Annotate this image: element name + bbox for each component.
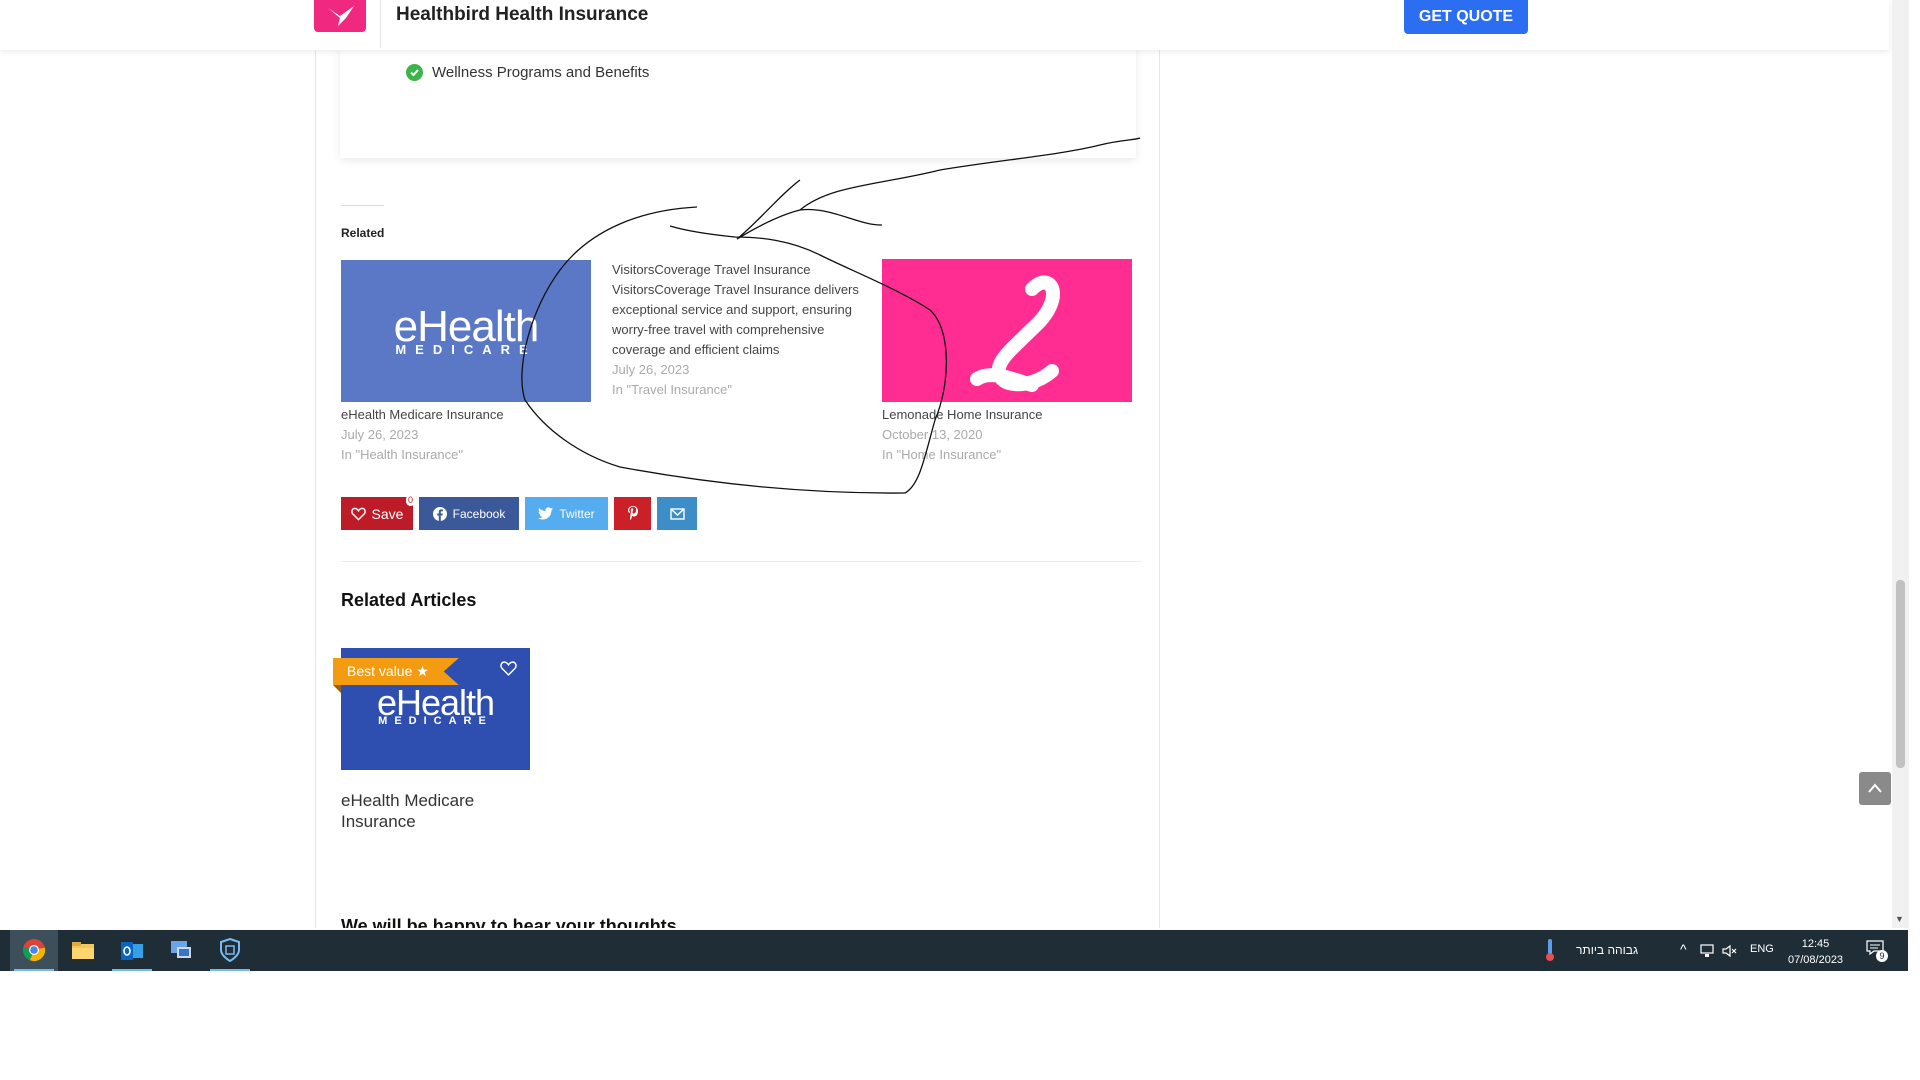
speaker-muted-icon[interactable] [1722,944,1738,958]
save-button[interactable]: Save 0 [341,495,415,530]
related-title[interactable]: eHealth Medicare Insurance [341,405,591,425]
taskbar-chrome[interactable] [10,930,58,971]
empty-region [0,971,1920,1080]
related-category: In "Home Insurance" [882,447,1002,462]
article-card-title[interactable]: eHealth Medicare Insurance [341,790,531,832]
file-explorer-icon [72,942,94,959]
related-heading: Related [341,226,385,240]
chrome-icon [23,939,46,962]
taskbar-outlook[interactable] [108,930,156,971]
related-item: VisitorsCoverage Travel Insurance Visito… [612,260,868,400]
pinterest-share-button[interactable] [614,497,651,530]
twitter-share-button[interactable]: Twitter [525,497,608,530]
remote-desktop-icon [171,941,191,958]
envelope-icon [669,507,685,520]
wishlist-heart-icon[interactable] [500,661,517,676]
twitter-label: Twitter [559,506,595,521]
network-icon[interactable] [1700,944,1716,958]
action-center-button[interactable]: 9 [1866,940,1888,962]
feature-label: Wellness Programs and Benefits [432,64,650,81]
email-share-button[interactable] [657,497,697,530]
facebook-label: Facebook [452,506,506,521]
scrollbar-thumb[interactable] [1896,580,1905,768]
related-category: In "Travel Insurance" [612,382,733,397]
taskbar-file-explorer[interactable] [59,930,107,971]
language-indicator[interactable]: ENG [1750,943,1774,955]
medicare-logo-text: MEDICARE [378,715,493,727]
taskbar-remote-desktop[interactable] [157,930,205,971]
related-excerpt: VisitorsCoverage Travel Insurance delive… [612,282,859,357]
save-label: Save [371,505,404,522]
best-value-badge: Best value ★ [333,658,459,685]
bird-logo-icon [328,6,354,26]
related-title[interactable]: Lemonade Home Insurance [882,405,1132,425]
defender-icon [220,938,240,962]
section-divider [341,561,1141,562]
system-clock[interactable]: 12:45 07/08/2023 [1788,936,1843,968]
site-logo[interactable] [314,0,366,32]
comments-heading: We will be happy to hear your thoughts [341,916,677,928]
clock-date: 07/08/2023 [1788,954,1844,966]
clock-time: 12:45 [1801,938,1830,950]
related-date: July 26, 2023 [341,427,419,442]
header-divider [380,0,381,48]
taskbar-defender[interactable] [206,930,254,971]
feature-item: Wellness Programs and Benefits [406,64,649,81]
related-thumb-ehealth[interactable]: eHealth MEDICARE [341,260,591,402]
related-thumb-lemonade[interactable] [882,259,1132,402]
page-scrollbar[interactable]: ▼ [1892,0,1909,928]
heart-icon [350,507,366,521]
related-date: July 26, 2023 [612,362,690,377]
related-date: October 13, 2020 [882,427,983,442]
medicare-logo-text: MEDICARE [395,342,537,357]
related-divider [341,205,384,206]
related-category: In "Health Insurance" [341,447,463,462]
related-item: eHealth Medicare Insurance July 26, 2023… [341,405,591,465]
pinterest-icon [627,506,638,521]
browser-viewport: Wellness Programs and Benefits Healthbir… [0,0,1920,928]
related-item: Lemonade Home Insurance October 13, 2020… [882,405,1132,465]
chevron-up-icon [1868,783,1882,793]
site-title[interactable]: Healthbird Health Insurance [396,4,648,26]
save-count: 0 [405,495,415,506]
outlook-icon [121,942,143,960]
back-to-top-button[interactable] [1859,772,1891,805]
site-header: Healthbird Health Insurance GET QUOTE [0,0,1889,50]
facebook-icon [432,506,447,521]
get-quote-button[interactable]: GET QUOTE [1404,0,1528,34]
scroll-down-arrow-icon[interactable]: ▼ [1895,914,1904,924]
facebook-share-button[interactable]: Facebook [419,497,519,530]
weather-text[interactable]: גבוהה ביותר [1576,943,1638,957]
windows-taskbar: גבוהה ביותר ^ ENG 12:45 07/08/2023 9 [0,930,1908,971]
badge-fold [333,685,341,693]
show-hidden-icons-chevron-icon[interactable]: ^ [1680,941,1687,957]
twitter-icon [538,507,554,520]
related-title[interactable]: VisitorsCoverage Travel Insurance [612,260,868,280]
lemonade-logo-icon [970,275,1060,392]
notification-count-badge: 9 [1876,950,1888,962]
related-articles-heading: Related Articles [341,590,477,610]
check-circle-icon [406,64,423,81]
thermometer-icon[interactable] [1544,938,1556,962]
